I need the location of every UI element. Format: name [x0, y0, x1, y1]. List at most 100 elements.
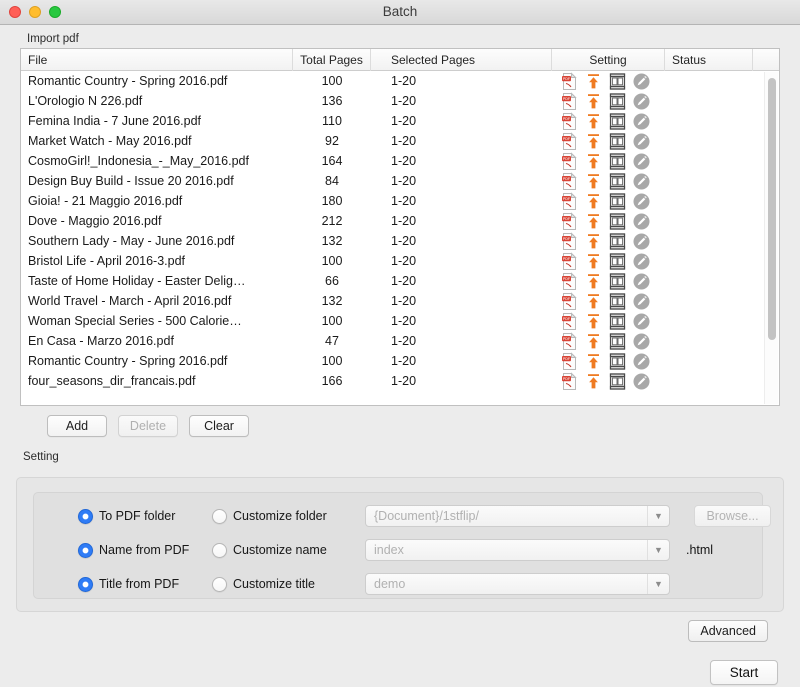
radio-customize-title[interactable]: Customize title — [212, 576, 315, 592]
table-row[interactable]: Femina India - 7 June 2016.pdf 110 1-20 PDF — [21, 111, 779, 131]
gray-pencil-edit-icon[interactable] — [632, 132, 651, 151]
pdf-file-icon[interactable]: PDF — [560, 91, 579, 111]
page-template-icon[interactable] — [608, 352, 627, 371]
pdf-file-icon[interactable]: PDF — [560, 191, 579, 211]
table-row[interactable]: Taste of Home Holiday - Easter Delig… 66 1… — [21, 271, 779, 291]
radio-customize-folder[interactable]: Customize folder — [212, 508, 327, 524]
table-row[interactable]: Market Watch - May 2016.pdf 92 1-20 PDF — [21, 131, 779, 151]
orange-up-arrow-icon[interactable] — [584, 252, 603, 271]
advanced-button[interactable]: Advanced — [688, 620, 768, 642]
file-list-scrollbar-thumb[interactable] — [768, 78, 776, 340]
cell-selected-pages[interactable]: 1-20 — [371, 291, 552, 311]
cell-selected-pages[interactable]: 1-20 — [371, 231, 552, 251]
cell-selected-pages[interactable]: 1-20 — [371, 351, 552, 371]
table-row[interactable]: En Casa - Marzo 2016.pdf 47 1-20 PDF — [21, 331, 779, 351]
gray-pencil-edit-icon[interactable] — [632, 372, 651, 391]
pdf-file-icon[interactable]: PDF — [560, 151, 579, 171]
cell-selected-pages[interactable]: 1-20 — [371, 311, 552, 331]
radio-customize-name[interactable]: Customize name — [212, 542, 327, 558]
gray-pencil-edit-icon[interactable] — [632, 232, 651, 251]
cell-selected-pages[interactable]: 1-20 — [371, 171, 552, 191]
folder-path-combobox[interactable]: {Document}/1stflip/ ▼ — [365, 505, 670, 527]
page-template-icon[interactable] — [608, 112, 627, 131]
table-row[interactable]: L'Orologio N 226.pdf 136 1-20 PDF — [21, 91, 779, 111]
chevron-down-icon[interactable]: ▼ — [647, 574, 669, 594]
pdf-file-icon[interactable]: PDF — [560, 131, 579, 151]
gray-pencil-edit-icon[interactable] — [632, 172, 651, 191]
clear-button[interactable]: Clear — [189, 415, 249, 437]
radio-title-from-pdf[interactable]: Title from PDF — [78, 576, 179, 592]
start-button[interactable]: Start — [710, 660, 778, 685]
page-template-icon[interactable] — [608, 272, 627, 291]
cell-selected-pages[interactable]: 1-20 — [371, 251, 552, 271]
column-header-total-pages[interactable]: Total Pages — [293, 49, 371, 71]
pdf-file-icon[interactable]: PDF — [560, 291, 579, 311]
column-header-status[interactable]: Status — [665, 49, 753, 71]
pdf-file-icon[interactable]: PDF — [560, 171, 579, 191]
gray-pencil-edit-icon[interactable] — [632, 292, 651, 311]
page-template-icon[interactable] — [608, 192, 627, 211]
pdf-file-icon[interactable]: PDF — [560, 311, 579, 331]
orange-up-arrow-icon[interactable] — [584, 192, 603, 211]
pdf-file-icon[interactable]: PDF — [560, 371, 579, 391]
pdf-file-icon[interactable]: PDF — [560, 251, 579, 271]
gray-pencil-edit-icon[interactable] — [632, 352, 651, 371]
gray-pencil-edit-icon[interactable] — [632, 252, 651, 271]
cell-selected-pages[interactable]: 1-20 — [371, 151, 552, 171]
gray-pencil-edit-icon[interactable] — [632, 152, 651, 171]
cell-selected-pages[interactable]: 1-20 — [371, 91, 552, 111]
page-template-icon[interactable] — [608, 292, 627, 311]
file-list-scrollbar[interactable] — [764, 72, 778, 404]
cell-selected-pages[interactable]: 1-20 — [371, 71, 552, 91]
gray-pencil-edit-icon[interactable] — [632, 212, 651, 231]
cell-selected-pages[interactable]: 1-20 — [371, 271, 552, 291]
orange-up-arrow-icon[interactable] — [584, 372, 603, 391]
table-row[interactable]: Southern Lady - May - June 2016.pdf 132 1-… — [21, 231, 779, 251]
cell-selected-pages[interactable]: 1-20 — [371, 331, 552, 351]
radio-name-from-pdf[interactable]: Name from PDF — [78, 542, 189, 558]
orange-up-arrow-icon[interactable] — [584, 292, 603, 311]
pdf-file-icon[interactable]: PDF — [560, 271, 579, 291]
pdf-file-icon[interactable]: PDF — [560, 71, 579, 91]
table-row[interactable]: Bristol Life - April 2016-3.pdf 100 1-20 PD… — [21, 251, 779, 271]
table-row[interactable]: CosmoGirl!_Indonesia_-_May_2016.pdf 164 1-… — [21, 151, 779, 171]
cell-selected-pages[interactable]: 1-20 — [371, 111, 552, 131]
page-template-icon[interactable] — [608, 152, 627, 171]
orange-up-arrow-icon[interactable] — [584, 152, 603, 171]
orange-up-arrow-icon[interactable] — [584, 352, 603, 371]
orange-up-arrow-icon[interactable] — [584, 112, 603, 131]
table-row[interactable]: Romantic Country - Spring 2016.pdf 100 1-2… — [21, 351, 779, 371]
orange-up-arrow-icon[interactable] — [584, 132, 603, 151]
pdf-file-icon[interactable]: PDF — [560, 331, 579, 351]
page-template-icon[interactable] — [608, 72, 627, 91]
column-header-setting[interactable]: Setting — [552, 49, 665, 71]
table-row[interactable]: Woman Special Series - 500 Calorie… 100 1-… — [21, 311, 779, 331]
chevron-down-icon[interactable]: ▼ — [647, 506, 669, 526]
table-row[interactable]: Gioia! - 21 Maggio 2016.pdf 180 1-20 PDF — [21, 191, 779, 211]
table-row[interactable]: Design Buy Build - Issue 20 2016.pdf 84 1-… — [21, 171, 779, 191]
page-template-icon[interactable] — [608, 252, 627, 271]
pdf-file-icon[interactable]: PDF — [560, 231, 579, 251]
cell-selected-pages[interactable]: 1-20 — [371, 191, 552, 211]
page-template-icon[interactable] — [608, 332, 627, 351]
orange-up-arrow-icon[interactable] — [584, 72, 603, 91]
radio-to-pdf-folder[interactable]: To PDF folder — [78, 508, 175, 524]
orange-up-arrow-icon[interactable] — [584, 312, 603, 331]
table-row[interactable]: World Travel - March - April 2016.pdf 132… — [21, 291, 779, 311]
gray-pencil-edit-icon[interactable] — [632, 112, 651, 131]
page-template-icon[interactable] — [608, 212, 627, 231]
orange-up-arrow-icon[interactable] — [584, 172, 603, 191]
table-row[interactable]: Dove - Maggio 2016.pdf 212 1-20 PDF — [21, 211, 779, 231]
pdf-file-icon[interactable]: PDF — [560, 351, 579, 371]
page-template-icon[interactable] — [608, 312, 627, 331]
orange-up-arrow-icon[interactable] — [584, 232, 603, 251]
pdf-file-icon[interactable]: PDF — [560, 211, 579, 231]
page-template-icon[interactable] — [608, 372, 627, 391]
column-header-file[interactable]: File — [21, 49, 293, 71]
page-template-icon[interactable] — [608, 92, 627, 111]
gray-pencil-edit-icon[interactable] — [632, 312, 651, 331]
gray-pencil-edit-icon[interactable] — [632, 72, 651, 91]
table-row[interactable]: four_seasons_dir_francais.pdf 166 1-20 PDF — [21, 371, 779, 391]
table-row[interactable]: Romantic Country - Spring 2016.pdf 100 1-2… — [21, 71, 779, 91]
cell-selected-pages[interactable]: 1-20 — [371, 371, 552, 391]
